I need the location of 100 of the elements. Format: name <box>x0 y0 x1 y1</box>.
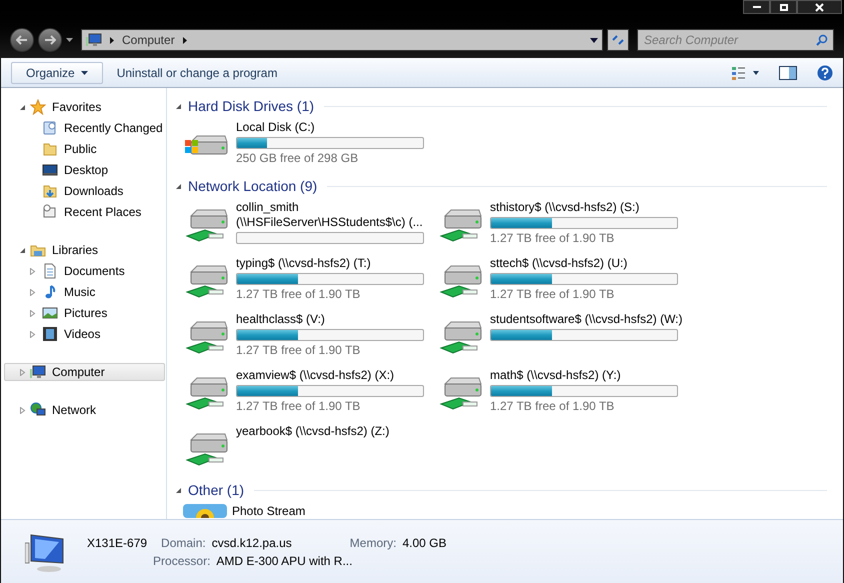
detail-label: Processor: <box>153 552 210 570</box>
organize-menu-button[interactable]: Organize <box>11 62 103 84</box>
nav-item[interactable]: Pictures <box>4 304 165 322</box>
group-header[interactable]: Other (1) <box>188 480 244 500</box>
drive-name[interactable]: yearbook$ (\\cvsd-hsfs2) (Z:) <box>236 424 436 439</box>
forward-arrow-icon <box>44 35 56 45</box>
detail-value: 4.00 GB <box>402 534 446 552</box>
nav-item[interactable]: Documents <box>4 262 165 280</box>
close-icon <box>815 2 824 12</box>
expanded-arrow-icon[interactable] <box>175 182 182 190</box>
minimize-button[interactable] <box>743 0 770 14</box>
free-space-text: 1.27 TB free of 1.90 TB <box>236 398 362 414</box>
nav-label: Pictures <box>64 305 108 322</box>
drive-name[interactable]: examview$ (\\cvsd-hsfs2) (X:) <box>236 368 436 383</box>
expanded-arrow-icon[interactable] <box>19 104 26 110</box>
picture-icon <box>42 305 58 321</box>
detail-value: AMD E-300 APU with R... <box>216 552 352 570</box>
film-icon <box>42 326 58 342</box>
history-dropdown-icon[interactable] <box>66 38 73 42</box>
free-space-text: 1.27 TB free of 1.90 TB <box>490 286 616 302</box>
computer-icon <box>30 364 46 380</box>
free-space-text: 1.27 TB free of 1.90 TB <box>490 230 616 246</box>
view-options-icon[interactable] <box>731 66 759 80</box>
back-button[interactable] <box>10 28 34 52</box>
free-space-text: 1.27 TB free of 1.90 TB <box>490 398 616 414</box>
nav-label: Public <box>64 141 97 158</box>
preview-pane-icon[interactable] <box>779 66 797 80</box>
nav-label: Music <box>64 284 96 301</box>
breadcrumb[interactable]: Computer <box>122 31 175 49</box>
collapsed-arrow-icon[interactable] <box>29 268 36 274</box>
nav-item[interactable]: Recently Changed <box>4 119 165 137</box>
nav-label: Desktop <box>64 162 108 179</box>
computer-icon <box>86 32 102 48</box>
drive-name[interactable]: sthistory$ (\\cvsd-hsfs2) (S:) <box>490 200 690 215</box>
drive-name[interactable]: collin_smith (\\HSFileServer\HSStudents$\c) (... <box>236 200 436 230</box>
star-icon <box>30 99 46 115</box>
collapsed-arrow-icon[interactable] <box>29 310 36 316</box>
drive-name[interactable]: Local Disk (C:) <box>236 120 436 135</box>
free-space-text: 250 GB free of 298 GB <box>236 150 360 166</box>
nav-group[interactable]: Network <box>4 401 165 419</box>
nav-label: Downloads <box>64 183 124 200</box>
expanded-arrow-icon[interactable] <box>175 486 182 494</box>
breadcrumb-arrow-icon <box>182 36 187 44</box>
globe-monitor-icon <box>30 402 46 418</box>
detail-label: Memory: <box>350 534 396 552</box>
maximize-button[interactable] <box>770 0 797 14</box>
drive-name[interactable]: sttech$ (\\cvsd-hsfs2) (U:) <box>490 256 690 271</box>
group-header[interactable]: Network Location (9) <box>188 176 318 196</box>
collapsed-arrow-icon[interactable] <box>29 288 36 296</box>
expanded-arrow-icon[interactable] <box>19 246 26 254</box>
free-space-text: 1.27 TB free of 1.90 TB <box>236 342 362 358</box>
breadcrumb-arrow-icon <box>110 36 114 44</box>
caret-icon <box>80 70 88 74</box>
group-header[interactable]: Hard Disk Drives (1) <box>188 96 314 116</box>
folder-icon <box>42 141 58 157</box>
back-arrow-icon <box>16 35 28 45</box>
document-clock-icon <box>42 120 58 136</box>
nav-label: Documents <box>64 263 125 280</box>
nav-group[interactable]: Libraries <box>4 241 165 259</box>
nav-label: Libraries <box>52 242 98 259</box>
drive-name[interactable]: math$ (\\cvsd-hsfs2) (Y:) <box>490 368 690 383</box>
drive-name[interactable]: typing$ (\\cvsd-hsfs2) (T:) <box>236 256 436 271</box>
drive-name[interactable]: healthclass$ (V:) <box>236 312 436 327</box>
nav-item[interactable]: Videos <box>4 325 165 343</box>
expanded-arrow-icon[interactable] <box>175 102 182 110</box>
nav-label: Computer <box>52 364 105 381</box>
dropdown-arrow-icon[interactable] <box>590 38 598 42</box>
item-name[interactable]: Photo Stream <box>232 504 306 518</box>
folder-download-icon <box>42 183 58 199</box>
nav-label: Recently Changed <box>64 120 163 137</box>
forward-button[interactable] <box>38 28 62 52</box>
collapsed-arrow-icon[interactable] <box>19 406 26 414</box>
nav-label: Favorites <box>52 99 102 116</box>
close-button[interactable] <box>797 0 842 14</box>
search-icon <box>816 34 828 46</box>
collapsed-arrow-icon[interactable] <box>29 330 36 338</box>
nav-item[interactable]: Music <box>4 283 165 301</box>
computer-name: X131E-679 <box>87 534 148 552</box>
detail-label: Domain: <box>161 534 206 552</box>
refresh-button[interactable] <box>607 29 629 51</box>
nav-group[interactable]: Favorites <box>4 98 165 116</box>
document-icon <box>42 263 58 279</box>
address-bar[interactable]: Computer <box>81 29 603 51</box>
nav-item[interactable]: Public <box>4 140 165 158</box>
detail-value: cvsd.k12.pa.us <box>212 534 292 552</box>
sunflower-icon <box>183 504 227 518</box>
free-space-text: 1.27 TB free of 1.90 TB <box>236 286 362 302</box>
nav-label: Videos <box>64 326 100 343</box>
search-field[interactable]: Search Computer <box>637 29 834 51</box>
nav-group[interactable]: Computer <box>4 363 165 381</box>
nav-item[interactable]: Downloads <box>4 182 165 200</box>
drive-name[interactable]: studentsoftware$ (\\cvsd-hsfs2) (W:) <box>490 312 690 327</box>
desktop-icon <box>42 162 58 178</box>
recent-places-icon <box>42 204 58 220</box>
nav-item[interactable]: Recent Places <box>4 203 165 221</box>
nav-item[interactable]: Desktop <box>4 161 165 179</box>
nav-label: Network <box>52 402 96 419</box>
toolbar-button[interactable]: Uninstall or change a program <box>108 62 286 84</box>
nav-label: Recent Places <box>64 204 142 221</box>
help-icon[interactable] <box>817 64 833 80</box>
